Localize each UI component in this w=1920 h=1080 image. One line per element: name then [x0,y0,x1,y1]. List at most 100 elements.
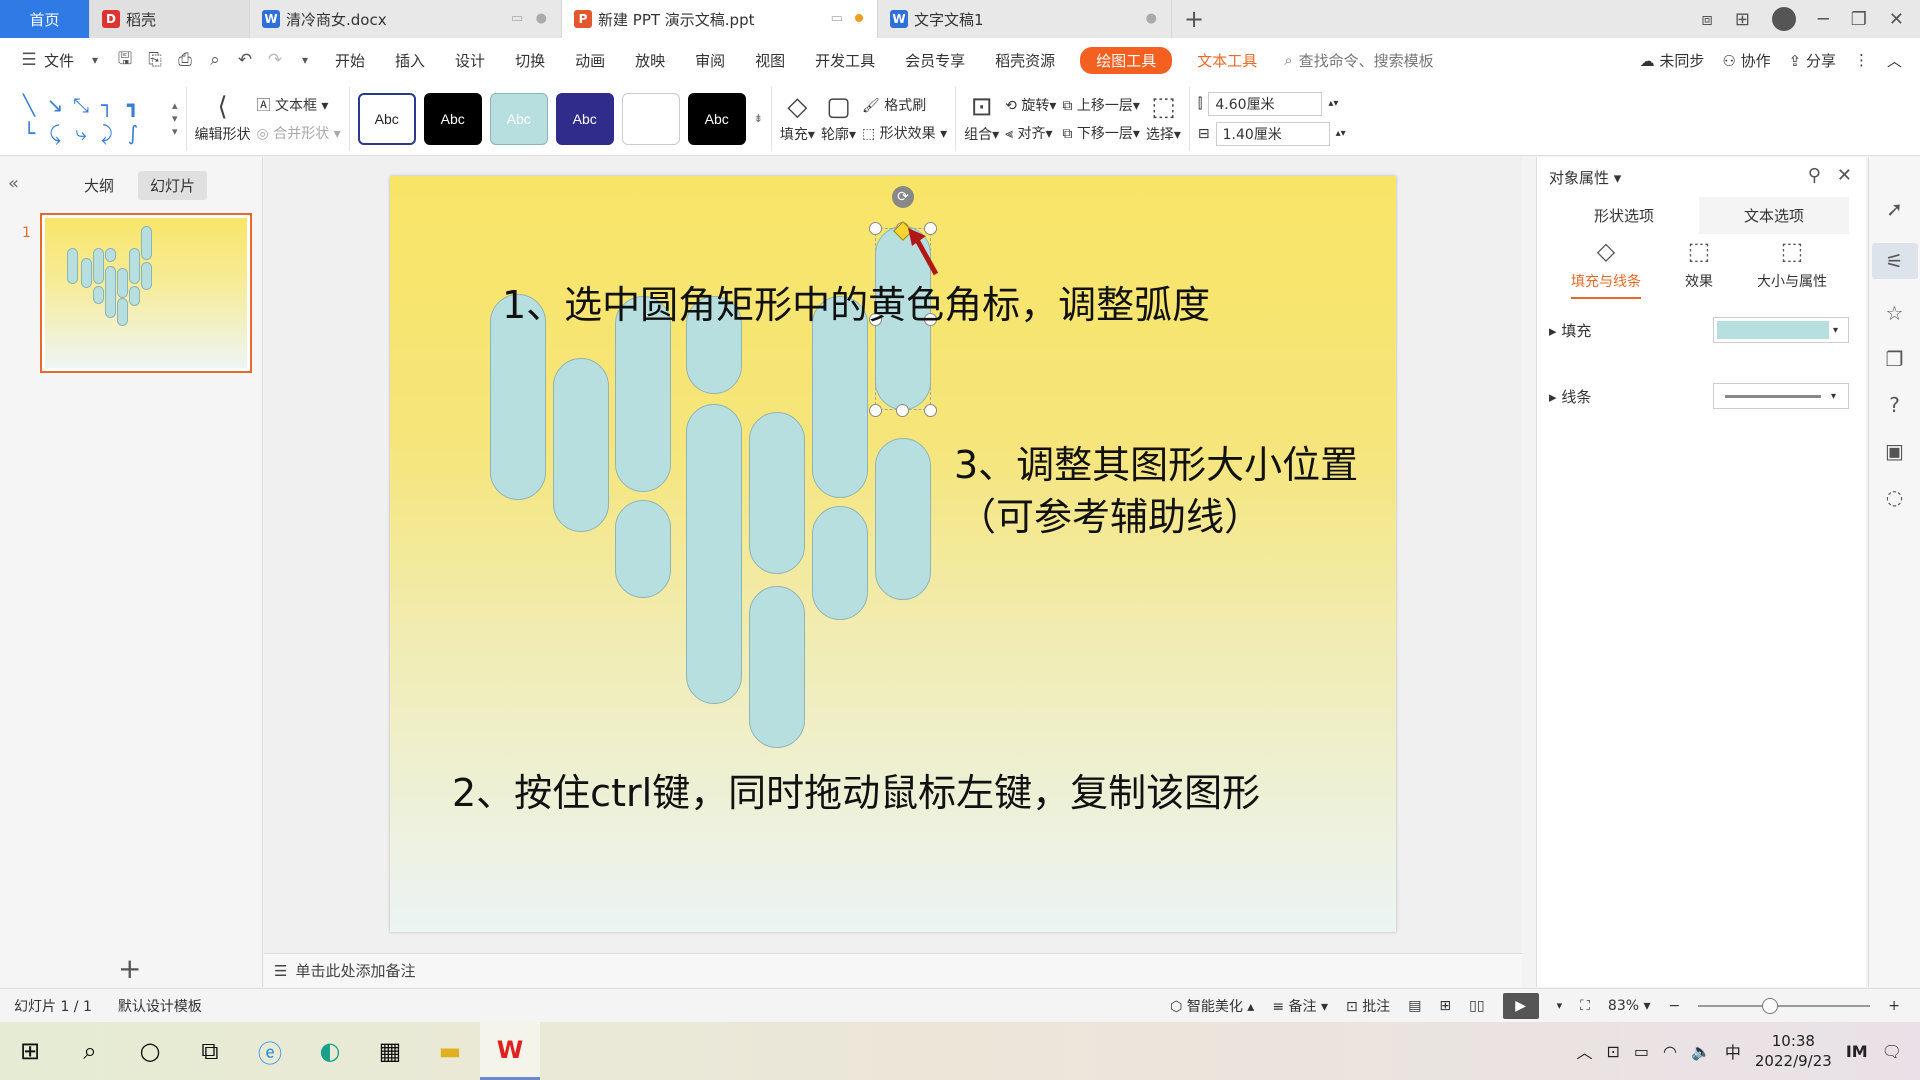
notes-button[interactable]: ≡ 备注 ▾ [1272,996,1328,1016]
copy-icon[interactable]: ❐ [1886,347,1904,371]
menu-slideshow[interactable]: 放映 [620,50,680,71]
reading-view-icon[interactable]: ▯▯ [1469,998,1484,1014]
tray-expand-icon[interactable]: ︿ [1576,1039,1592,1063]
zoom-in-icon[interactable]: + [1888,998,1900,1014]
more-icon[interactable]: ⋮ [1854,51,1869,69]
menu-docer-resources[interactable]: 稻壳资源 [980,50,1070,71]
send-backward-button[interactable]: ⧉ 下移一层▾ [1062,123,1139,143]
backup-icon[interactable]: ◌ [1886,485,1903,509]
double-arrow-line-icon[interactable]: ⤡ [68,91,94,119]
tab-outline[interactable]: 大纲 [72,171,126,200]
elbow-arrow-icon[interactable]: ┓ [120,91,146,119]
collapse-ribbon-icon[interactable]: ︿ [1887,50,1902,71]
store-icon[interactable]: ▦ [360,1022,420,1080]
task-view-icon[interactable]: ⧉ [180,1022,240,1080]
notification-icon[interactable]: 🗨 [1882,1042,1902,1061]
zoom-slider-knob[interactable] [1762,997,1779,1014]
curved-double-arrow-icon[interactable]: ⤸ [94,119,120,147]
styles-more-icon[interactable]: ⇟ [754,112,763,125]
chevron-down-icon[interactable]: ▾ [1557,999,1563,1012]
style-preset-black-2[interactable]: Abc [687,92,746,145]
normal-view-icon[interactable]: ▤ [1408,998,1421,1014]
menu-home[interactable]: 开始 [320,50,380,71]
elbow-double-arrow-icon[interactable]: └ [16,119,42,147]
tab-text-tools[interactable]: 文本工具 [1182,50,1272,71]
close-pane-icon[interactable]: ✕ [1837,165,1852,186]
fit-window-icon[interactable]: ⛶ [1580,998,1590,1014]
subtab-fill-line[interactable]: ◇ 填充与线条 [1571,237,1641,299]
restore-icon[interactable]: ❐ [1851,9,1867,30]
command-search[interactable]: ⌕ 查找命令、搜索模板 [1284,50,1433,71]
step1-text[interactable]: 1、选中圆角矩形中的黄色角标，调整弧度 [502,274,1210,329]
tab-home[interactable]: 首页 [0,0,90,38]
zoom-out-icon[interactable]: − [1669,998,1681,1014]
subtab-effect[interactable]: ⬚ 效果 [1685,237,1713,299]
zoom-level[interactable]: 83% ▾ [1608,998,1651,1014]
add-slide-icon[interactable]: + [118,952,141,985]
rounded-rect-shape[interactable] [749,586,805,748]
style-preset-teal[interactable]: Abc [489,92,548,145]
minimize-icon[interactable]: ─ [1818,9,1829,30]
rounded-rect-shape[interactable] [875,438,931,600]
curved-arrow-icon[interactable]: ⤷ [68,119,94,147]
menu-member[interactable]: 会员专享 [890,50,980,71]
wps-office-icon[interactable]: W [480,1022,540,1080]
chevron-down-icon[interactable]: ▾ [84,49,106,71]
apps-grid-icon[interactable]: ⊞ [1735,9,1750,30]
tab-shape-options[interactable]: 形状选项 [1549,197,1699,234]
rounded-rect-shape[interactable] [749,412,805,574]
help-icon[interactable]: ? [1889,393,1900,417]
share-button[interactable]: ⇪ 分享 [1789,50,1836,71]
elbow-connector-icon[interactable]: ┐ [94,91,120,119]
collab-button[interactable]: ⚇ 协作 [1722,50,1770,71]
sorter-view-icon[interactable]: ⊞ [1439,998,1451,1014]
format-painter-button[interactable]: 🖌 格式刷 [862,95,947,115]
ime-logo-icon[interactable]: IM [1846,1042,1868,1061]
resize-handle-nw[interactable] [869,222,882,235]
clock[interactable]: 10:38 2022/9/23 [1755,1031,1832,1071]
notes-bar[interactable]: ☰ 单击此处添加备注 [264,953,1522,987]
bring-forward-button[interactable]: ⧉ 上移一层▾ [1062,95,1139,115]
line-expander[interactable]: ▸ 线条 [1549,386,1591,407]
style-preset-white[interactable] [621,92,680,145]
fill-button[interactable]: ◇ 填充▾ [780,94,815,144]
pin-icon[interactable]: ⚲ [1808,165,1821,186]
print-icon[interactable]: ⎙ [174,49,196,71]
step2-text[interactable]: 2、按住ctrl键，同时拖动鼠标左键，复制该图形 [452,762,1260,817]
subtab-size-props[interactable]: ⬚ 大小与属性 [1757,237,1827,299]
tab-drawing-tools[interactable]: 绘图工具 [1080,46,1173,74]
align-button[interactable]: ⫷ 对齐▾ [1005,123,1056,143]
undo-icon[interactable]: ↶ [234,49,256,71]
width-stepper-icon[interactable]: ▴▾ [1336,128,1346,139]
outline-button[interactable]: ▢ 轮廓▾ [821,94,856,144]
rocket-icon[interactable]: ➚ [1886,197,1903,221]
tab-ppt[interactable]: P 新建 PPT 演示文稿.ppt ▭ [562,0,878,38]
close-icon[interactable]: ✕ [1889,9,1904,30]
slide-thumbnail[interactable] [40,213,252,373]
freeform-icon[interactable]: ∫ [120,119,146,147]
menu-view[interactable]: 视图 [740,50,800,71]
save-icon[interactable]: 🖫 [114,49,136,71]
resize-handle-s[interactable] [896,404,909,417]
network-share-icon[interactable]: ⊡ [1606,1042,1619,1061]
smart-beautify-button[interactable]: ⬡ 智能美化 ▴ [1170,996,1254,1016]
search-icon[interactable]: ⌕ [60,1022,120,1080]
hamburger-icon[interactable]: ☰ [18,49,40,71]
volume-icon[interactable]: 🔈 [1691,1042,1711,1061]
height-input[interactable]: 4.60厘米 [1208,91,1323,116]
star-icon[interactable]: ☆ [1886,301,1904,325]
menu-animation[interactable]: 动画 [560,50,620,71]
curved-connector-icon[interactable]: ⤹ [42,119,68,147]
menu-developer[interactable]: 开发工具 [800,50,890,71]
fill-color-picker[interactable]: ▾ [1713,317,1849,343]
menu-insert[interactable]: 插入 [380,50,440,71]
battery-icon[interactable]: ▭ [1634,1042,1649,1061]
step3-text-line1[interactable]: 3、调整其图形大小位置 [954,434,1358,489]
zoom-slider[interactable] [1698,997,1871,1014]
edit-shape-button[interactable]: ⟨ 编辑形状 [195,94,251,144]
select-button[interactable]: ⬚ 选择▾ [1146,94,1181,144]
cortana-icon[interactable]: ○ [120,1022,180,1080]
resize-handle-sw[interactable] [869,404,882,417]
template-name[interactable]: 默认设计模板 [118,996,202,1016]
ime-indicator[interactable]: 中 [1725,1039,1741,1063]
